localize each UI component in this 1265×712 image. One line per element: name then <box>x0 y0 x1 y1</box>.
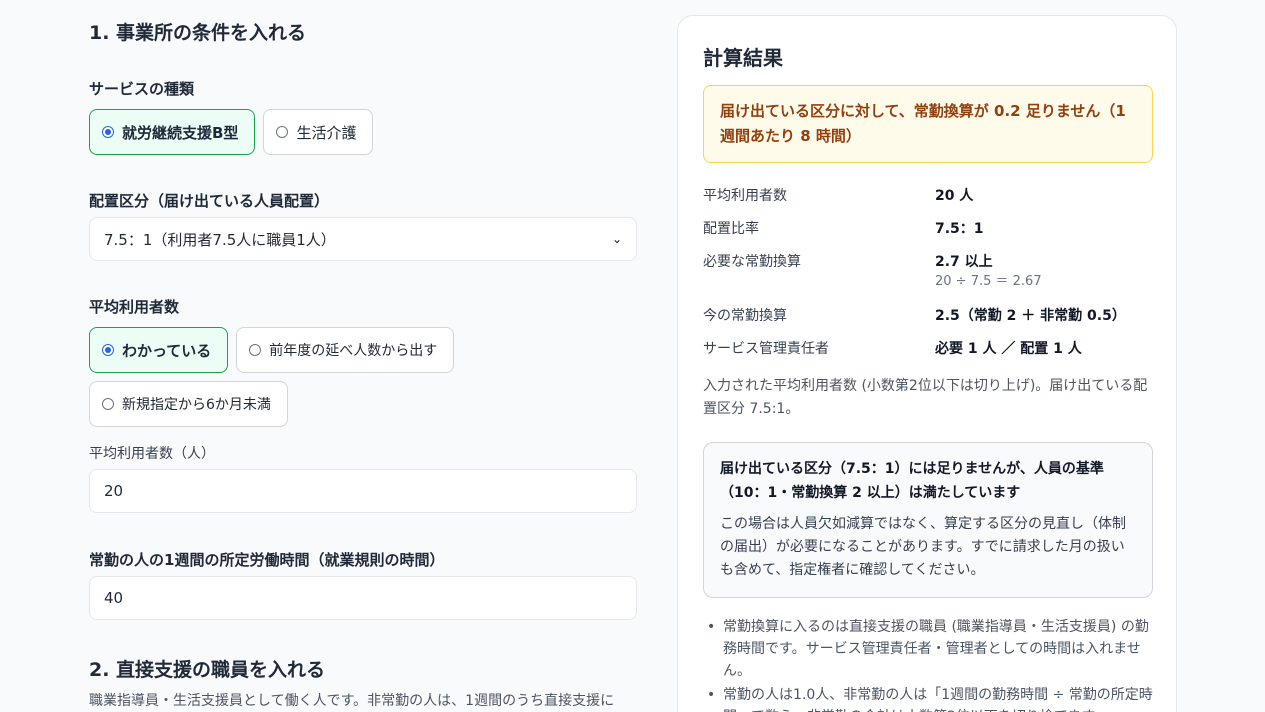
section2-title: 2. 直接支援の職員を入れる <box>89 659 326 681</box>
hours-label: 常勤の人の1週間の所定労働時間（就業規則の時間） <box>89 551 445 569</box>
section1-title: 1. 事業所の条件を入れる <box>89 22 307 44</box>
result-formula: 20 ÷ 7.5 ＝ 2.67 <box>935 274 1042 289</box>
result-key: サービス管理責任者 <box>703 341 829 357</box>
list-item: 常勤換算に入るのは直接支援の職員 (職業指導員・生活支援員) の勤務時間です。サ… <box>703 616 1153 682</box>
avg-users-input[interactable]: 20 <box>89 469 637 513</box>
hours-input-value: 40 <box>104 589 124 607</box>
placement-label: 配置区分（届け出ている人員配置） <box>89 192 330 210</box>
avg-users-group-row2: 新規指定から6か月未満 <box>89 381 288 427</box>
radio-label: 前年度の延べ人数から出す <box>269 343 438 359</box>
result-key: 今の常勤換算 <box>703 308 787 324</box>
shortage-alert: 届け出ている区分に対して、常勤換算が 0.2 足りません（1週間あたり 8 時間… <box>703 85 1153 163</box>
avg-users-input-value: 20 <box>104 482 124 500</box>
info-title: 届け出ている区分（7.5：1）には足りませんが、人員の基準（10：1・常勤換算 … <box>720 461 1104 501</box>
radio-dot-icon <box>249 344 262 356</box>
radio-avg-new[interactable]: 新規指定から6か月未満 <box>89 381 288 427</box>
result-value: 2.5（常勤 2 ＋ 非常勤 0.5） <box>935 308 1126 324</box>
placement-value: 7.5：1（利用者7.5人に職員1人） <box>104 230 336 249</box>
radio-label: 生活介護 <box>296 123 357 142</box>
radio-dot-icon <box>276 126 289 138</box>
service-type-label: サービスの種類 <box>89 80 195 98</box>
radio-label: 就労継続支援B型 <box>122 123 239 142</box>
result-note: 入力された平均利用者数 (小数第2位以下は切り上げ)。届け出ている配置区分 7.… <box>703 378 1148 417</box>
result-key: 平均利用者数 <box>703 188 787 204</box>
avg-users-input-label: 平均利用者数（人） <box>89 446 215 462</box>
result-panel: 計算結果 届け出ている区分に対して、常勤換算が 0.2 足りません（1週間あたり… <box>677 15 1177 712</box>
service-type-group: 就労継続支援B型 生活介護 <box>89 109 374 155</box>
radio-avg-known[interactable]: わかっている <box>89 327 229 373</box>
radio-dot-icon <box>102 126 114 138</box>
chevron-down-icon: ⌄ <box>611 232 622 246</box>
result-value: 7.5：1 <box>935 221 984 237</box>
result-value: 必要 1 人 ／ 配置 1 人 <box>935 341 1082 357</box>
standard-info-box: 届け出ている区分（7.5：1）には足りませんが、人員の基準（10：1・常勤換算 … <box>703 442 1153 598</box>
avg-users-label: 平均利用者数 <box>89 298 180 316</box>
radio-dot-icon <box>102 398 114 410</box>
hours-input[interactable]: 40 <box>89 576 637 620</box>
radio-label: わかっている <box>122 341 212 360</box>
result-title: 計算結果 <box>703 46 783 70</box>
radio-avg-prev-year[interactable]: 前年度の延べ人数から出す <box>236 327 455 373</box>
radio-dot-icon <box>102 344 114 356</box>
notes-list: 常勤換算に入るのは直接支援の職員 (職業指導員・生活支援員) の勤務時間です。サ… <box>703 616 1153 712</box>
info-body: この場合は人員欠如減算ではなく、算定する区分の見直し（体制の届出）が必要になるこ… <box>720 516 1126 578</box>
result-key: 必要な常勤換算 <box>703 254 801 270</box>
section2-description: 職業指導員・生活支援員として働く人です。非常勤の人は、1週間のうち直接支援に <box>89 693 615 709</box>
result-value: 2.7 以上 <box>935 254 993 270</box>
radio-service-b-type[interactable]: 就労継続支援B型 <box>89 109 256 155</box>
radio-service-life-care[interactable]: 生活介護 <box>263 109 374 155</box>
list-item: 常勤の人は1.0人、非常勤の人は「1週間の勤務時間 ÷ 常勤の所定時間」で数え、… <box>703 684 1153 712</box>
avg-users-group: わかっている 前年度の延べ人数から出す <box>89 327 455 373</box>
result-value: 20 人 <box>935 188 974 204</box>
radio-label: 新規指定から6か月未満 <box>122 397 271 413</box>
placement-select[interactable]: 7.5：1（利用者7.5人に職員1人） ⌄ <box>89 217 637 261</box>
result-key: 配置比率 <box>703 221 759 237</box>
